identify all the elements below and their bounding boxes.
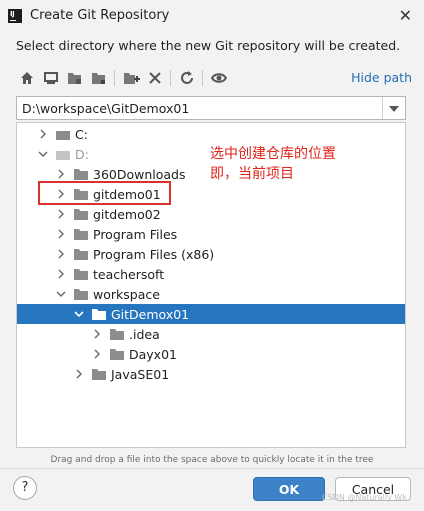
tree-row[interactable]: Program Files (x86): [17, 244, 405, 264]
close-icon[interactable]: ✕: [399, 6, 412, 25]
refresh-icon[interactable]: [178, 69, 196, 87]
folder-icon: [74, 229, 88, 240]
tree-row-label: JavaSE01: [111, 367, 170, 382]
dialog-description: Select directory where the new Git repos…: [16, 38, 401, 53]
tree-row-label: Program Files (x86): [93, 247, 215, 262]
tree-row[interactable]: gitdemo02: [17, 204, 405, 224]
chevron-down-icon[interactable]: [382, 97, 405, 119]
highlight-box: [38, 181, 171, 205]
bottom-divider: [0, 468, 424, 469]
tree-row[interactable]: Program Files: [17, 224, 405, 244]
path-combo[interactable]: D:\workspace\GitDemox01: [16, 96, 406, 120]
folder-icon: [74, 269, 88, 280]
folder-icon: [74, 289, 88, 300]
tree-row-label: D:: [75, 147, 89, 162]
tree-row-label: C:: [75, 127, 88, 142]
watermark: CSDN @Naturally Wk: [322, 493, 407, 502]
chevron-right-icon[interactable]: [55, 208, 67, 220]
toolbar-separator: [114, 70, 115, 86]
chevron-down-icon[interactable]: [73, 308, 85, 320]
folder-icon: [110, 329, 124, 340]
toolbar-separator: [202, 70, 203, 86]
chevron-right-icon[interactable]: [55, 268, 67, 280]
tree-row[interactable]: Dayx01: [17, 344, 405, 364]
tree-row-label: 360Downloads: [93, 167, 186, 182]
chevron-right-icon[interactable]: [73, 368, 85, 380]
annotation-text: 选中创建仓库的位置 即，当前项目: [210, 144, 385, 184]
tree-row-label: Program Files: [93, 227, 178, 242]
window-title: Create Git Repository: [30, 8, 170, 23]
folder-icon: [110, 349, 124, 360]
show-hidden-icon[interactable]: [210, 69, 228, 87]
chevron-right-icon[interactable]: [37, 128, 49, 140]
tree-row-label: Dayx01: [129, 347, 177, 362]
new-folder-icon[interactable]: [122, 69, 140, 87]
drag-drop-hint: Drag and drop a file into the space abov…: [50, 455, 374, 465]
tree-row-label: GitDemox01: [111, 307, 190, 322]
chevron-down-icon[interactable]: [55, 288, 67, 300]
tree-row[interactable]: GitDemox01: [17, 304, 405, 324]
tree-row[interactable]: C:: [17, 124, 405, 144]
title-bar: IJ Create Git Repository ✕: [0, 0, 424, 32]
tree-row-label: .idea: [129, 327, 160, 342]
folder-icon: [74, 209, 88, 220]
tree-row[interactable]: workspace: [17, 284, 405, 304]
tree-row[interactable]: teachersoft: [17, 264, 405, 284]
toolbar-separator: [170, 70, 171, 86]
drive-icon: [56, 151, 70, 160]
folder-icon: [92, 369, 106, 380]
folder-icon: [92, 309, 106, 320]
tree-row[interactable]: .idea: [17, 324, 405, 344]
tree-row-label: workspace: [93, 287, 160, 302]
folder-icon: [74, 169, 88, 180]
tree-row[interactable]: JavaSE01: [17, 364, 405, 384]
chevron-right-icon[interactable]: [55, 248, 67, 260]
file-chooser-toolbar: Hide path: [16, 66, 412, 90]
desktop-icon[interactable]: [42, 69, 60, 87]
hide-path-link[interactable]: Hide path: [351, 70, 412, 85]
module-folder-icon[interactable]: [90, 69, 108, 87]
chevron-right-icon[interactable]: [91, 348, 103, 360]
drive-icon: [56, 131, 70, 140]
chevron-down-icon[interactable]: [37, 148, 49, 160]
path-input[interactable]: D:\workspace\GitDemox01: [22, 101, 189, 116]
intellij-app-icon: IJ: [8, 9, 22, 23]
chevron-right-icon[interactable]: [91, 328, 103, 340]
annotation-line-1: 选中创建仓库的位置: [210, 146, 336, 162]
tree-row-label: gitdemo02: [93, 207, 161, 222]
home-icon[interactable]: [18, 69, 36, 87]
chevron-right-icon[interactable]: [55, 168, 67, 180]
tree-row-label: teachersoft: [93, 267, 165, 282]
annotation-line-2: 即，当前项目: [210, 166, 294, 182]
ok-button[interactable]: OK: [253, 477, 325, 501]
chevron-right-icon[interactable]: [55, 228, 67, 240]
delete-icon[interactable]: [146, 69, 164, 87]
help-button[interactable]: ?: [13, 476, 37, 500]
project-folder-icon[interactable]: [66, 69, 84, 87]
folder-icon: [74, 249, 88, 260]
